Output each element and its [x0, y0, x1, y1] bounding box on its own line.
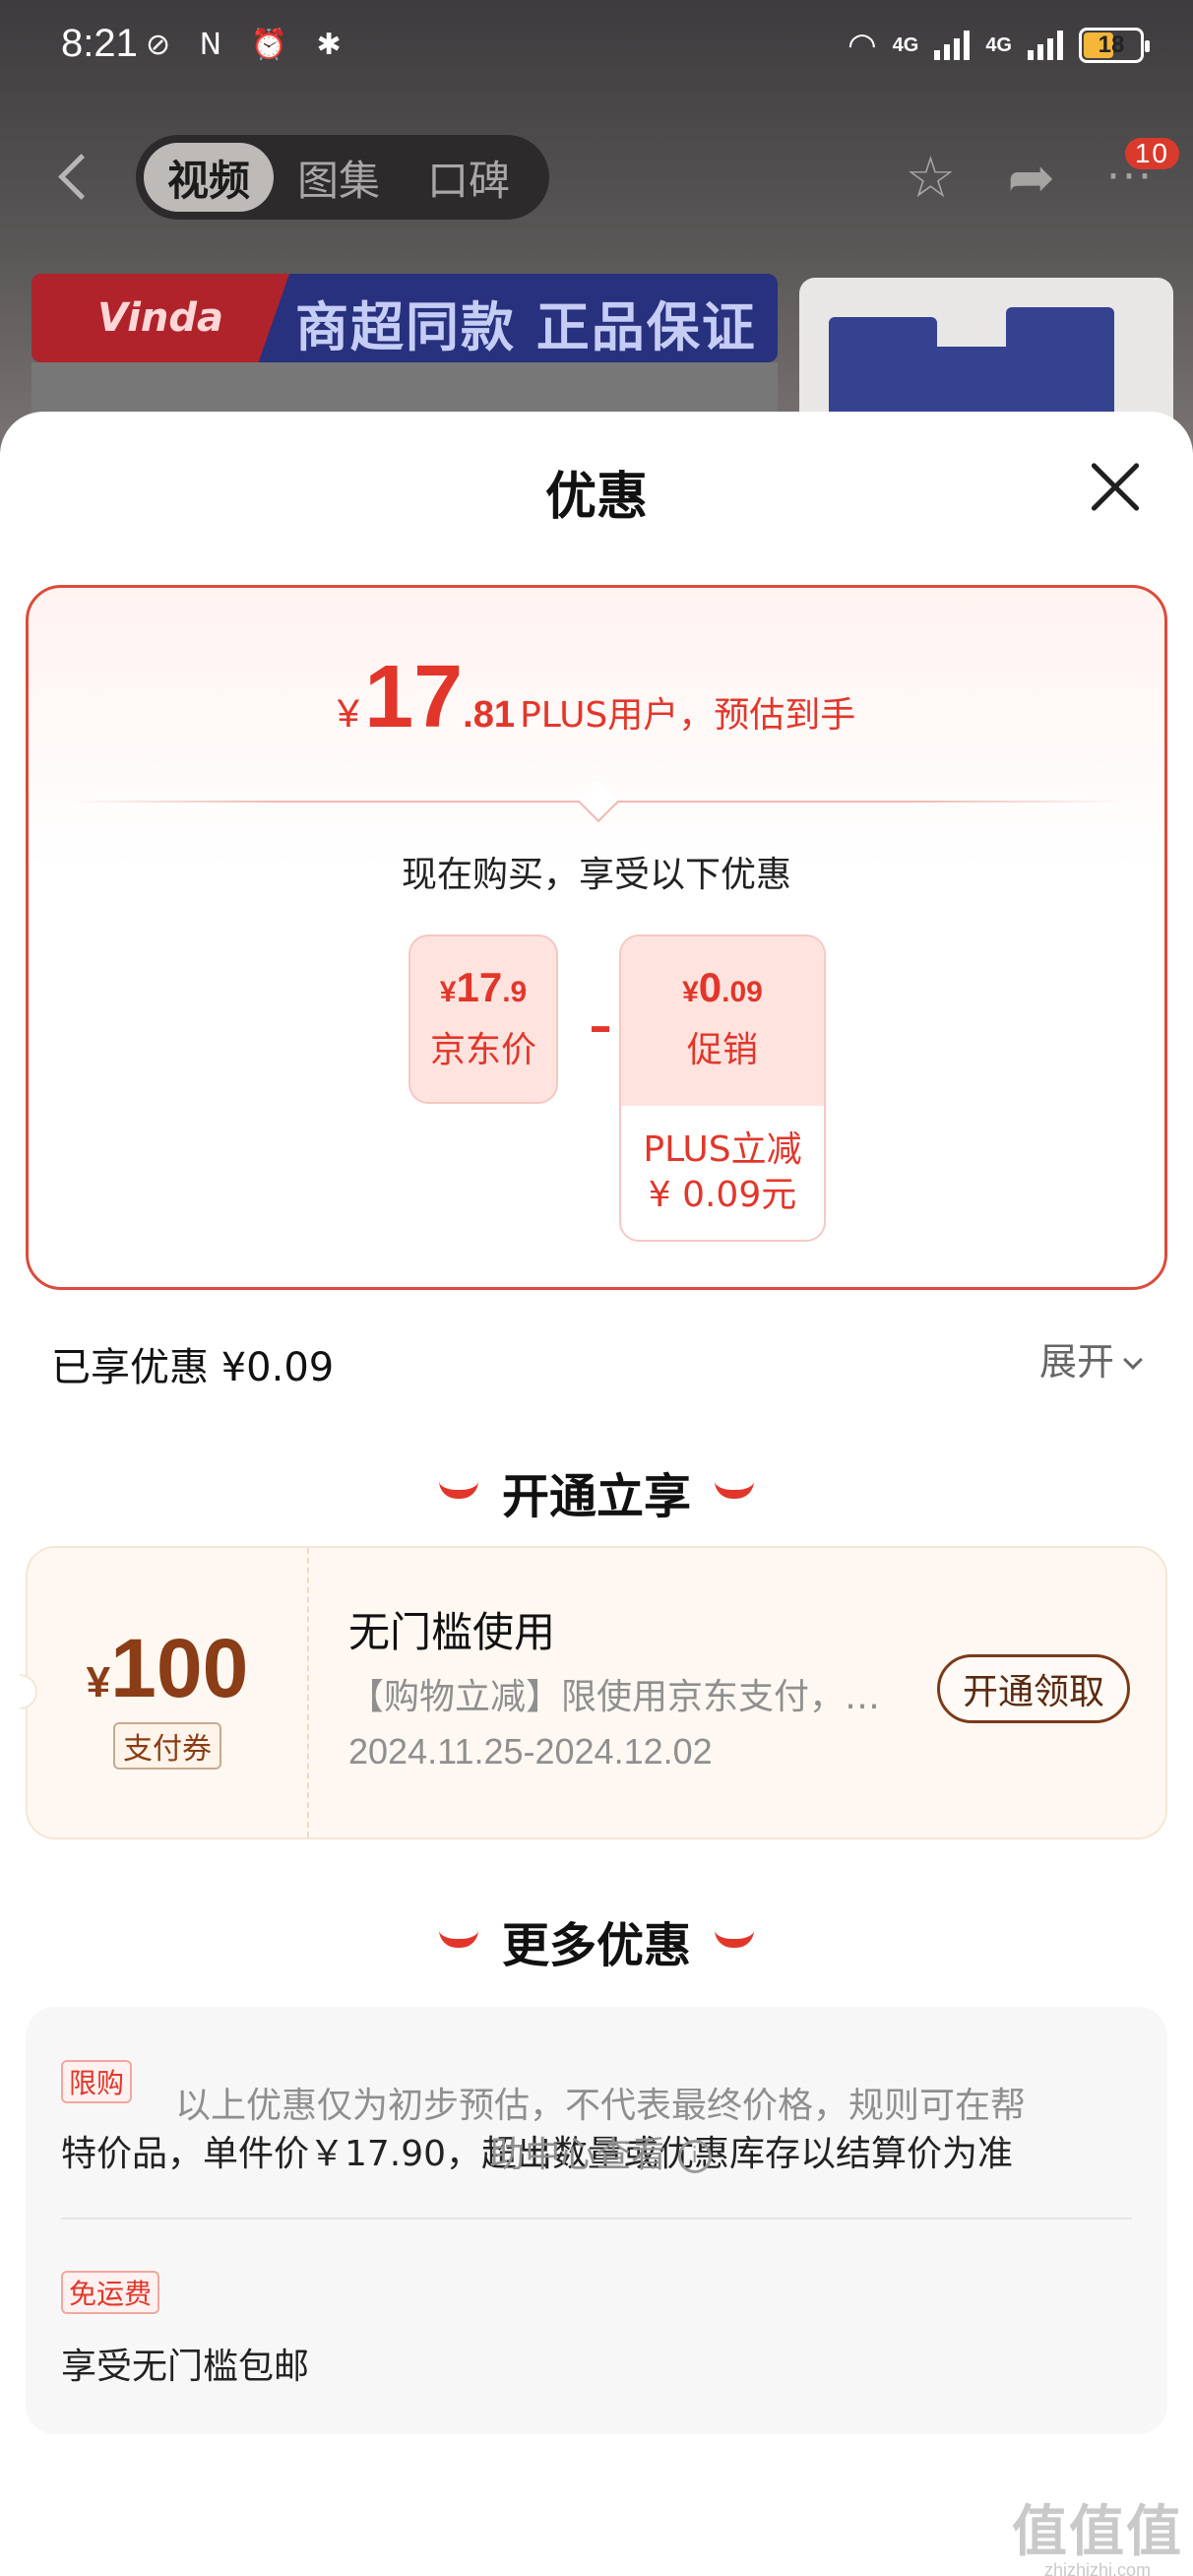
battery-icon: 18 — [1079, 28, 1150, 63]
coupon-amount-panel: ¥100 支付券 — [28, 1548, 309, 1837]
expand-label: 展开 — [1038, 1340, 1114, 1384]
banner-text: 商超同款 正品保证 — [295, 296, 757, 358]
jd-price-dec: .9 — [502, 976, 528, 1008]
background-page: 8:21 ⊘ N ⏰ ✱ ◠ 4G 4G 18 视频 图集 口碑 ☆ ➦ ···… — [0, 0, 1193, 453]
promo-int: 0 — [698, 964, 722, 1010]
jd-price-label: 京东价 — [429, 1030, 536, 1070]
tab-video[interactable]: 视频 — [144, 143, 275, 212]
estimated-price-integer: 17 — [364, 648, 464, 746]
discount-sheet: 优惠 ¥ 17.81 PLUS用户，预估到手 现在购买，享受以下优惠 ¥17.9… — [0, 412, 1193, 2576]
battery-level: 18 — [1098, 32, 1125, 58]
chevron-down-icon — [1123, 1350, 1143, 1370]
minus-sign: – — [589, 999, 612, 1053]
decor-smile-icon — [438, 1930, 478, 1948]
status-right-group: ◠ 4G 4G 18 — [847, 26, 1150, 65]
promo-box: ¥0.09 促销 PLUS立减 ¥ 0.09元 — [619, 934, 826, 1242]
coupon-currency: ¥ — [86, 1658, 111, 1707]
plus-discount-detail: PLUS立减 ¥ 0.09元 — [621, 1106, 824, 1218]
expand-button[interactable]: 展开 — [1038, 1331, 1143, 1385]
sheet-title: 优惠 — [544, 468, 648, 527]
info-icon[interactable]: i — [677, 2140, 712, 2173]
promo-box-top: ¥0.09 促销 — [621, 936, 824, 1106]
more-section-heading: 更多优惠 — [0, 1906, 1193, 1975]
decor-smile-icon — [715, 1930, 754, 1948]
jd-currency: ¥ — [439, 976, 457, 1008]
more-discounts-card: 限购 特价品，单件价￥17.90，超出数量或优惠库存以结算价为准 免运费 享受无… — [26, 2007, 1167, 2434]
site-watermark: 值值值 zhizhizhi.com — [1012, 2505, 1183, 2576]
tab-gallery[interactable]: 图集 — [274, 143, 404, 212]
signal-bars-icon — [934, 31, 971, 60]
promo-dec: .09 — [722, 976, 763, 1008]
top-nav-bar: 视频 图集 口碑 ☆ ➦ ··· 10 — [0, 133, 1193, 222]
more-menu-icon[interactable]: ··· 10 — [1106, 138, 1179, 199]
promo-currency: ¥ — [682, 976, 699, 1008]
coupon-amount: ¥100 — [28, 1621, 307, 1716]
message-count-badge: 10 — [1124, 138, 1179, 169]
network-label-2: 4G — [985, 33, 1012, 56]
disclaimer-line2: 助中心查看 i — [89, 2131, 1112, 2180]
membership-heading-text: 开通立享 — [501, 1469, 691, 1524]
promo-label: 促销 — [686, 1030, 758, 1070]
disclaimer-footnote: 以上优惠仅为初步预估，不代表最终价格，规则可在帮 助中心查看 i — [89, 2082, 1112, 2180]
free-shipping-tag: 免运费 — [61, 2271, 160, 2314]
jd-price-int: 17 — [456, 964, 503, 1010]
estimated-price-label: PLUS用户，预估到手 — [520, 695, 856, 736]
coupon-description: 【购物立减】限使用京东支付，… — [348, 1677, 881, 1717]
brand-logo: Vinda — [31, 274, 289, 362]
back-button[interactable] — [51, 149, 100, 208]
promo-banner: Vinda 商超同款 正品保证 — [31, 274, 778, 362]
jd-price-value: ¥17.9 — [410, 964, 556, 1011]
currency-symbol: ¥ — [337, 692, 359, 736]
wifi-icon: ◠ — [847, 26, 877, 65]
coupon-amount-value: 100 — [110, 1622, 249, 1714]
network-label-1: 4G — [892, 33, 919, 56]
status-time: 8:21 — [61, 22, 138, 65]
promo-value: ¥0.09 — [621, 964, 824, 1011]
tab-reviews[interactable]: 口碑 — [404, 143, 534, 212]
watermark-logo: 值值值 — [1012, 2500, 1183, 2564]
divider-notch — [577, 780, 620, 823]
activate-claim-button[interactable]: 开通领取 — [937, 1654, 1130, 1723]
disclaimer-line1: 以上优惠仅为初步预估，不代表最终价格，规则可在帮 — [174, 2086, 1026, 2126]
membership-section-heading: 开通立享 — [0, 1457, 1193, 1526]
share-icon[interactable]: ➦ — [1007, 149, 1055, 206]
decor-smile-icon — [438, 1481, 478, 1499]
coupon-date-range: 2024.11.25-2024.12.02 — [348, 1731, 713, 1771]
favorite-star-icon[interactable]: ☆ — [905, 149, 956, 206]
estimated-price-decimal: .81 — [463, 694, 515, 736]
coupon-title: 无门槛使用 — [348, 1608, 556, 1656]
more-heading-text: 更多优惠 — [501, 1918, 691, 1973]
signal-bars-icon-2 — [1028, 31, 1063, 60]
plus-discount-line2: ¥ 0.09元 — [648, 1175, 797, 1215]
buy-now-text: 现在购买，享受以下优惠 — [401, 855, 791, 895]
plus-discount-line1: PLUS立减 — [643, 1129, 802, 1170]
coupon-card: ¥100 支付券 无门槛使用 【购物立减】限使用京东支付，… 2024.11.2… — [20, 1546, 1167, 1839]
estimated-price: ¥ 17.81 PLUS用户，预估到手 — [29, 647, 1164, 748]
close-icon[interactable] — [1089, 461, 1142, 514]
status-bar: 8:21 ⊘ N ⏰ ✱ ◠ 4G 4G 18 — [0, 0, 1193, 98]
coupon-type-badge: 支付券 — [113, 1722, 221, 1770]
more-divider — [61, 2218, 1132, 2220]
status-indicator-icons: ⊘ N ⏰ ✱ — [146, 28, 351, 62]
media-tabs: 视频 图集 口碑 — [136, 135, 549, 220]
price-estimate-card: ¥ 17.81 PLUS用户，预估到手 现在购买，享受以下优惠 ¥17.9 京东… — [26, 585, 1167, 1290]
disclaimer-line2-text: 助中心查看 — [489, 2135, 667, 2175]
decor-smile-icon — [715, 1481, 754, 1499]
free-shipping-text: 享受无门槛包邮 — [61, 2347, 310, 2387]
enjoyed-discount: 已享优惠 ¥0.09 — [51, 1345, 335, 1390]
jd-price-box: ¥17.9 京东价 — [408, 934, 558, 1104]
nav-actions: ☆ ➦ ··· 10 — [905, 133, 1179, 222]
